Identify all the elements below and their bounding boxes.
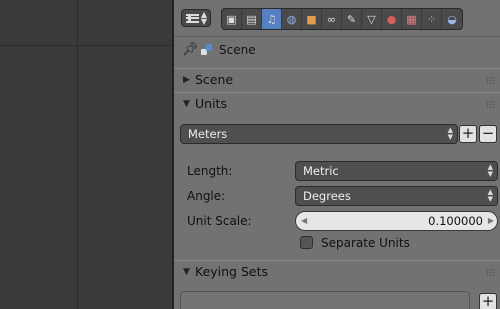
viewport-grid-line bbox=[0, 45, 172, 46]
properties-editor-icon bbox=[186, 14, 199, 23]
scene-icon[interactable]: ♫ bbox=[262, 9, 282, 29]
add-preset-button[interactable]: + bbox=[459, 125, 477, 143]
context-breadcrumb: 📌︎ Scene bbox=[174, 38, 500, 62]
context-label: Scene bbox=[219, 43, 256, 57]
unit-preset-dropdown[interactable]: Meters ▲ ▼ bbox=[180, 124, 458, 144]
angle-unit-dropdown[interactable]: Degrees ▲ ▼ bbox=[295, 186, 498, 206]
scene-data-icon bbox=[200, 43, 214, 57]
physics-icon[interactable]: ◒ bbox=[442, 9, 462, 29]
keying-sets-list[interactable] bbox=[180, 291, 470, 309]
object-data-icon[interactable]: ▽ bbox=[362, 9, 382, 29]
editor-type-button[interactable]: ▲ ▼ bbox=[181, 9, 211, 27]
updown-arrows-icon: ▲ ▼ bbox=[487, 163, 493, 178]
render-layers-icon[interactable]: ▤ bbox=[242, 9, 262, 29]
material-icon[interactable]: ● bbox=[382, 9, 402, 29]
separate-units-label: Separate Units bbox=[321, 236, 410, 250]
viewport-grid-line bbox=[77, 0, 78, 309]
increment-arrow-icon[interactable]: ▶ bbox=[488, 216, 494, 225]
pin-icon[interactable]: 📌︎ bbox=[182, 43, 199, 57]
updown-arrows-icon: ▲ ▼ bbox=[447, 126, 453, 141]
drag-grip-icon[interactable] bbox=[486, 268, 496, 276]
modifiers-icon[interactable]: ✎ bbox=[342, 9, 362, 29]
separate-units-checkbox[interactable] bbox=[300, 236, 313, 249]
context-tabs: ▣ ▤ ♫ ◍ ■ ∞ ✎ ▽ ● ▦ ⁘ ◒ bbox=[221, 8, 463, 30]
texture-icon[interactable]: ▦ bbox=[402, 9, 422, 29]
plus-icon: + bbox=[461, 124, 475, 142]
length-unit-dropdown[interactable]: Metric ▲ ▼ bbox=[295, 161, 498, 181]
expand-arrow-icon: ▶ bbox=[183, 74, 190, 85]
panel-header-keying-sets[interactable]: ▼ Keying Sets bbox=[174, 260, 500, 282]
properties-header: ▲ ▼ ▣ ▤ ♫ ◍ ■ ∞ ✎ ▽ ● ▦ ⁘ ◒ bbox=[174, 0, 500, 37]
length-unit-value: Metric bbox=[303, 164, 339, 178]
unit-scale-label: Unit Scale: bbox=[187, 214, 252, 228]
updown-arrows-icon: ▲ ▼ bbox=[200, 10, 207, 26]
3d-viewport[interactable] bbox=[0, 0, 172, 309]
plus-icon: + bbox=[481, 292, 495, 309]
collapse-arrow-icon: ▼ bbox=[183, 266, 190, 277]
drag-grip-icon[interactable] bbox=[486, 76, 496, 84]
length-label: Length: bbox=[187, 164, 233, 178]
minus-icon: − bbox=[481, 124, 495, 142]
unit-preset-value: Meters bbox=[188, 127, 228, 141]
object-icon[interactable]: ■ bbox=[302, 9, 322, 29]
panel-title: Scene bbox=[195, 72, 234, 87]
angle-unit-value: Degrees bbox=[303, 189, 351, 203]
add-keying-set-button[interactable]: + bbox=[479, 293, 497, 309]
world-icon[interactable]: ◍ bbox=[282, 9, 302, 29]
properties-editor: ▲ ▼ ▣ ▤ ♫ ◍ ■ ∞ ✎ ▽ ● ▦ ⁘ ◒ 📌︎ Scene ▶ Sc… bbox=[174, 0, 500, 309]
panel-header-units[interactable]: ▼ Units bbox=[174, 92, 500, 114]
unit-scale-field[interactable]: ◀ 0.100000 ▶ bbox=[295, 211, 498, 231]
panel-title: Units bbox=[195, 96, 227, 111]
render-camera-icon[interactable]: ▣ bbox=[222, 9, 242, 29]
unit-scale-value: 0.100000 bbox=[428, 214, 483, 228]
panel-title: Keying Sets bbox=[195, 264, 269, 279]
remove-preset-button[interactable]: − bbox=[479, 125, 497, 143]
particles-icon[interactable]: ⁘ bbox=[422, 9, 442, 29]
collapse-arrow-icon: ▼ bbox=[183, 98, 190, 109]
panel-header-scene[interactable]: ▶ Scene bbox=[174, 68, 500, 90]
decrement-arrow-icon[interactable]: ◀ bbox=[301, 216, 307, 225]
drag-grip-icon[interactable] bbox=[486, 100, 496, 108]
updown-arrows-icon: ▲ ▼ bbox=[487, 188, 493, 203]
angle-label: Angle: bbox=[187, 189, 226, 203]
constraints-icon[interactable]: ∞ bbox=[322, 9, 342, 29]
